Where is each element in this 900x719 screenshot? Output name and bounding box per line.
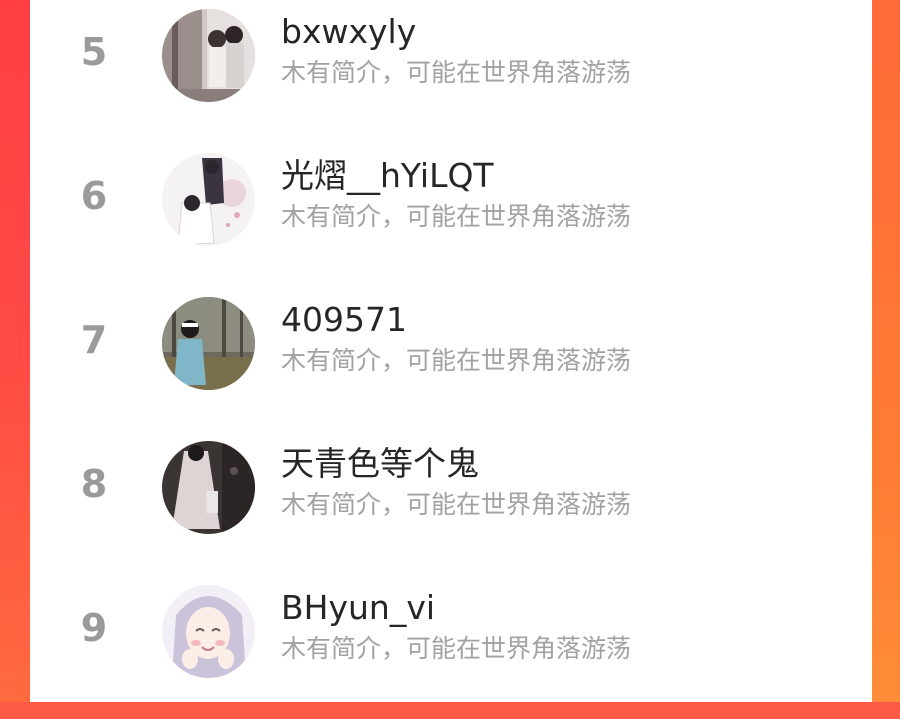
avatar-photo-white-dress-icon bbox=[162, 441, 255, 534]
user-avatar[interactable] bbox=[162, 585, 255, 678]
avatar-photo-couple-icon bbox=[162, 9, 255, 102]
ranking-list-panel: 5 bxwxyly 木有简介，可能在世界角落游荡 6 光熠__hYiLQT 木有… bbox=[30, 0, 872, 702]
user-bio: 木有简介，可能在世界角落游荡 bbox=[281, 346, 632, 375]
user-bio: 木有简介，可能在世界角落游荡 bbox=[281, 202, 632, 231]
background-right-edge bbox=[872, 0, 900, 702]
user-avatar[interactable] bbox=[162, 153, 255, 246]
user-avatar[interactable] bbox=[162, 297, 255, 390]
background-left-edge bbox=[0, 0, 30, 702]
list-item[interactable]: 5 bxwxyly 木有简介，可能在世界角落游荡 bbox=[30, 0, 872, 143]
username[interactable]: 天青色等个鬼 bbox=[281, 444, 479, 484]
user-bio: 木有简介，可能在世界角落游荡 bbox=[281, 58, 632, 87]
list-item[interactable]: 7 409571 木有简介，可能在世界角落游荡 bbox=[30, 288, 872, 431]
user-avatar[interactable] bbox=[162, 9, 255, 102]
list-item[interactable]: 6 光熠__hYiLQT 木有简介，可能在世界角落游荡 bbox=[30, 144, 872, 287]
list-item[interactable]: 8 天青色等个鬼 木有简介，可能在世界角落游荡 bbox=[30, 432, 872, 575]
list-item[interactable]: 9 BHyun_vi 木有简介，可能在世界角落游荡 bbox=[30, 576, 872, 719]
avatar-illustration-girl-icon bbox=[162, 585, 255, 678]
rank-number: 9 bbox=[80, 606, 108, 650]
rank-number: 7 bbox=[80, 318, 108, 362]
username[interactable]: bxwxyly bbox=[281, 12, 416, 52]
username[interactable]: 光熠__hYiLQT bbox=[281, 156, 494, 196]
avatar-photo-girl-forest-icon bbox=[162, 297, 255, 390]
rank-number: 5 bbox=[80, 30, 108, 74]
rank-number: 6 bbox=[80, 174, 108, 218]
rank-number: 8 bbox=[80, 462, 108, 506]
username[interactable]: BHyun_vi bbox=[281, 588, 435, 628]
user-bio: 木有简介，可能在世界角落游荡 bbox=[281, 490, 632, 519]
avatar-illustration-couple-icon bbox=[162, 153, 255, 246]
username[interactable]: 409571 bbox=[281, 300, 407, 340]
user-bio: 木有简介，可能在世界角落游荡 bbox=[281, 634, 632, 663]
user-avatar[interactable] bbox=[162, 441, 255, 534]
